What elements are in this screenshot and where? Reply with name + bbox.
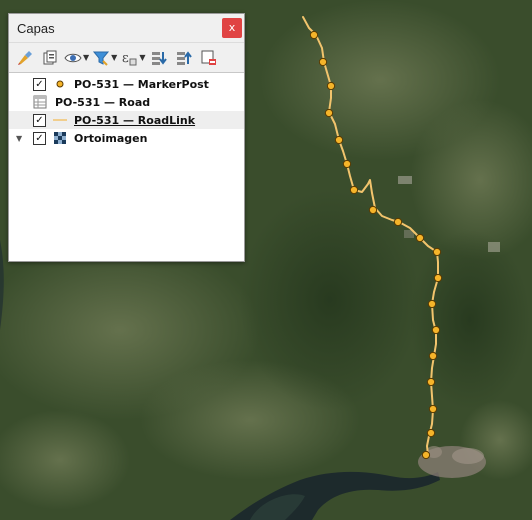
collapse-arrow-icon[interactable]: ▼ <box>16 134 22 143</box>
layers-panel: Capas x ▼ ▼ ε ▼ ✓ PO-531 — MarkerPost PO… <box>8 13 245 262</box>
layer-tree: ✓ PO-531 — MarkerPost PO-531 — Road ✓ PO… <box>9 74 244 147</box>
layer-label: PO-531 — MarkerPost <box>74 77 209 91</box>
marker-post-point[interactable] <box>349 185 359 195</box>
visibility-eye-icon[interactable]: ▼ <box>64 46 89 70</box>
line-symbol-icon <box>53 113 67 127</box>
layer-row-roadlink[interactable]: ✓ PO-531 — RoadLink <box>9 111 244 129</box>
marker-post-point[interactable] <box>432 247 442 257</box>
table-layer-icon <box>33 95 47 109</box>
svg-text:ε: ε <box>122 51 129 66</box>
marker-post-point[interactable] <box>421 450 431 460</box>
layer-row-ortoimagen[interactable]: ▼ ✓ Ortoimagen <box>9 129 244 147</box>
marker-post-point[interactable] <box>342 159 352 169</box>
marker-post-point[interactable] <box>426 428 436 438</box>
marker-post-point[interactable] <box>428 404 438 414</box>
marker-post-point[interactable] <box>368 205 378 215</box>
marker-post-point[interactable] <box>318 57 328 67</box>
marker-post-point[interactable] <box>309 30 319 40</box>
remove-layer-icon[interactable] <box>198 46 220 70</box>
marker-post-point[interactable] <box>433 273 443 283</box>
layer-visibility-checkbox[interactable]: ✓ <box>33 131 46 145</box>
panel-title: Capas <box>17 21 55 36</box>
close-button[interactable]: x <box>222 18 242 38</box>
layer-visibility-checkbox[interactable]: ✓ <box>33 77 46 91</box>
point-symbol-icon <box>53 77 67 91</box>
filter-expression-icon[interactable]: ε ▼ <box>120 46 145 70</box>
collapse-all-icon[interactable] <box>173 46 195 70</box>
layer-label: PO-531 — RoadLink <box>74 113 196 127</box>
marker-post-point[interactable] <box>427 299 437 309</box>
layers-toolbar: ▼ ▼ ε ▼ <box>9 43 244 73</box>
marker-post-point[interactable] <box>334 135 344 145</box>
panel-title-bar[interactable]: Capas x <box>9 14 244 43</box>
layer-visibility-checkbox[interactable]: ✓ <box>33 113 46 127</box>
industrial-patch <box>398 176 412 184</box>
layer-label: Ortoimagen <box>74 131 148 145</box>
layer-row-markerpost[interactable]: ✓ PO-531 — MarkerPost <box>9 75 244 93</box>
paint-style-icon[interactable] <box>14 46 36 70</box>
industrial-patch <box>488 242 500 252</box>
marker-post-point[interactable] <box>428 351 438 361</box>
layer-row-road[interactable]: PO-531 — Road <box>9 93 244 111</box>
marker-post-point[interactable] <box>431 325 441 335</box>
marker-post-point[interactable] <box>326 81 336 91</box>
chevron-down-icon: ▼ <box>111 53 118 62</box>
marker-post-point[interactable] <box>426 377 436 387</box>
layer-label: PO-531 — Road <box>55 95 151 109</box>
chevron-down-icon: ▼ <box>139 53 146 62</box>
add-group-icon[interactable] <box>39 46 61 70</box>
expand-all-icon[interactable] <box>148 46 170 70</box>
filter-funnel-icon[interactable]: ▼ <box>92 46 117 70</box>
marker-post-point[interactable] <box>324 108 334 118</box>
marker-post-point[interactable] <box>415 233 425 243</box>
chevron-down-icon: ▼ <box>83 53 90 62</box>
raster-layer-icon <box>53 131 67 145</box>
marker-post-point[interactable] <box>393 217 403 227</box>
